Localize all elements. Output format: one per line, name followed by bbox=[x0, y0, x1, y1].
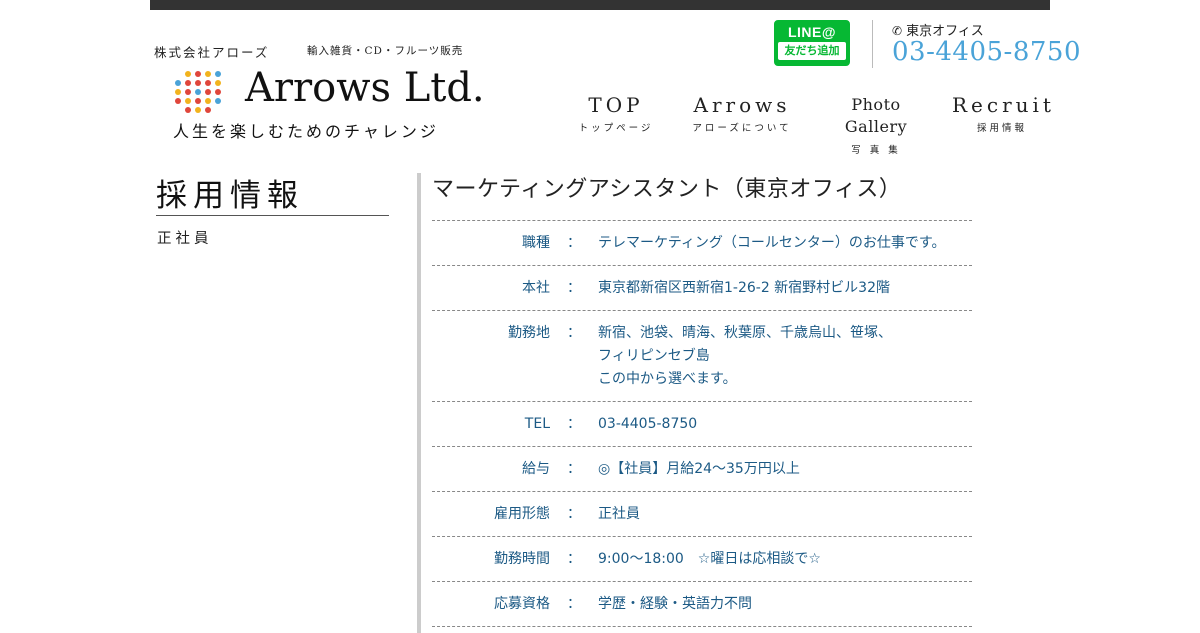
table-row: 応募資格 ： 学歴・経験・英語力不問 bbox=[432, 581, 972, 626]
table-row: 職種 ： テレマーケティング（コールセンター）のお仕事です。 bbox=[432, 220, 972, 265]
row-value: 正社員 bbox=[598, 506, 640, 522]
row-label: 本社 bbox=[522, 280, 550, 296]
nav-label: Arrows bbox=[693, 93, 791, 117]
phone-icon: ✆ bbox=[892, 24, 903, 38]
sidebar-divider bbox=[156, 215, 389, 216]
row-label: 職種 bbox=[522, 235, 550, 251]
row-label: 給与 bbox=[522, 461, 550, 477]
nav-label: Recruit bbox=[952, 93, 1055, 117]
row-separator: ： bbox=[567, 325, 581, 341]
table-row: TEL ： 03-4405-8750 bbox=[432, 401, 972, 446]
nav-item-recruit[interactable]: Recruit 採用情報 bbox=[952, 94, 1052, 134]
table-row: 給与 ： ◎【社員】月給24〜35万円以上 bbox=[432, 446, 972, 491]
nav-sublabel: トップページ bbox=[578, 123, 654, 134]
nav-item-top[interactable]: TOP トップページ bbox=[570, 94, 662, 134]
line-add-friend-button[interactable]: LINE@ 友だち追加 bbox=[774, 20, 850, 66]
row-value: 東京都新宿区西新宿1-26-2 新宿野村ビル32階 bbox=[598, 280, 890, 296]
nav-sublabel: 写 真 集 bbox=[851, 145, 901, 156]
row-separator: ： bbox=[567, 416, 581, 432]
row-value: 新宿、池袋、晴海、秋葉原、千歳烏山、笹塚、 フィリピンセブ島 この中から選べます… bbox=[598, 325, 892, 387]
row-value: 9:00〜18:00 ☆曜日は応相談で☆ bbox=[598, 551, 821, 567]
header-divider bbox=[872, 20, 873, 68]
table-row: 本社 ： 東京都新宿区西新宿1-26-2 新宿野村ビル32階 bbox=[432, 265, 972, 310]
top-bar bbox=[150, 0, 1050, 10]
table-bottom-border bbox=[432, 626, 972, 627]
table-row: 勤務時間 ： 9:00〜18:00 ☆曜日は応相談で☆ bbox=[432, 536, 972, 581]
logo-text[interactable]: Arrows Ltd. bbox=[245, 65, 485, 111]
row-separator: ： bbox=[567, 280, 581, 296]
job-title: マーケティングアシスタント（東京オフィス） bbox=[432, 177, 902, 202]
row-separator: ： bbox=[567, 551, 581, 567]
row-separator: ： bbox=[567, 596, 581, 612]
row-label: 勤務地 bbox=[508, 325, 550, 341]
sidebar-title: 採用情報 bbox=[156, 178, 304, 214]
row-label: 応募資格 bbox=[494, 596, 550, 612]
slogan: 人生を楽しむためのチャレンジ bbox=[173, 122, 439, 141]
row-separator: ： bbox=[567, 506, 581, 522]
line-badge-label: 友だち追加 bbox=[778, 42, 846, 60]
row-value-phone[interactable]: 03-4405-8750 bbox=[598, 402, 972, 446]
row-value: テレマーケティング（コールセンター）のお仕事です。 bbox=[598, 235, 946, 251]
row-value: ◎【社員】月給24〜35万円以上 bbox=[598, 461, 800, 477]
row-label: TEL bbox=[524, 416, 550, 432]
sidebar-item-full-time[interactable]: 正社員 bbox=[157, 227, 213, 248]
row-separator: ： bbox=[567, 461, 581, 477]
row-separator: ： bbox=[567, 235, 581, 251]
company-name: 株式会社アローズ bbox=[154, 45, 270, 60]
nav-label: Photo Gallery bbox=[844, 95, 908, 136]
line-badge-title: LINE@ bbox=[787, 24, 837, 40]
nav-sublabel: アローズについて bbox=[692, 123, 792, 134]
content-left-border bbox=[417, 173, 421, 633]
logo-dots-icon bbox=[175, 71, 225, 113]
job-details-table: 職種 ： テレマーケティング（コールセンター）のお仕事です。 本社 ： 東京都新… bbox=[432, 220, 972, 627]
row-label: 雇用形態 bbox=[494, 506, 550, 522]
nav-sublabel: 採用情報 bbox=[976, 123, 1027, 134]
table-row: 勤務地 ： 新宿、池袋、晴海、秋葉原、千歳烏山、笹塚、 フィリピンセブ島 この中… bbox=[432, 310, 972, 401]
nav-label: TOP bbox=[588, 93, 644, 117]
nav-item-arrows[interactable]: Arrows アローズについて bbox=[688, 94, 796, 134]
office-phone-link[interactable]: 03-4405-8750 bbox=[892, 37, 1081, 67]
row-label: 勤務時間 bbox=[494, 551, 550, 567]
row-value: 学歴・経験・英語力不問 bbox=[598, 596, 752, 612]
nav-item-photo-gallery[interactable]: Photo Gallery 写 真 集 bbox=[822, 94, 930, 156]
business-tagline: 輸入雑貨・CD・フルーツ販売 bbox=[307, 45, 464, 57]
table-row: 雇用形態 ： 正社員 bbox=[432, 491, 972, 536]
